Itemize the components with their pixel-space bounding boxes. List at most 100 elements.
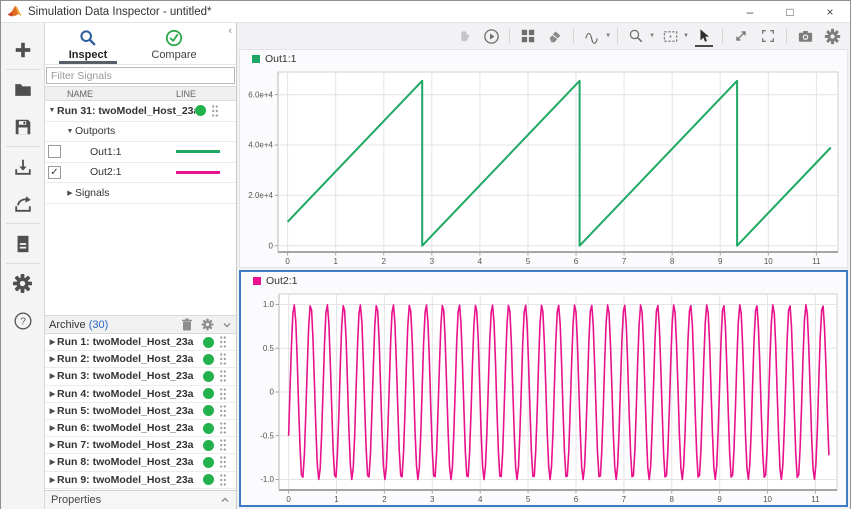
run-label: Run 31: twoModel_Host_23a[Current] <box>57 105 195 117</box>
options-menu-icon[interactable] <box>211 104 219 118</box>
options-menu-icon[interactable] <box>219 438 227 452</box>
caret-right-icon[interactable]: ▶ <box>48 458 57 466</box>
report-button[interactable] <box>1 225 45 262</box>
tree-row-outports[interactable]: ▼Outports <box>45 122 236 143</box>
tree-column-headers: NAME LINE <box>45 86 236 101</box>
layout-grid-icon[interactable] <box>516 25 540 47</box>
options-menu-icon[interactable] <box>219 387 227 401</box>
open-button[interactable] <box>1 71 45 108</box>
add-button[interactable] <box>1 31 45 68</box>
archive-run-row[interactable]: ▶Run 8: twoModel_Host_23a <box>45 454 236 471</box>
import-button[interactable] <box>1 148 45 185</box>
chevron-down-icon[interactable] <box>222 320 232 330</box>
filter-signals-input[interactable] <box>46 67 235 84</box>
caret-right-icon[interactable]: ▶ <box>65 189 75 197</box>
options-menu-icon[interactable] <box>219 473 227 487</box>
options-menu-icon[interactable] <box>219 421 227 435</box>
fullscreen-icon[interactable] <box>756 25 780 47</box>
svg-text:0: 0 <box>269 241 274 250</box>
svg-text:6: 6 <box>574 495 579 504</box>
caret-right-icon[interactable]: ▶ <box>48 424 57 432</box>
options-menu-icon[interactable] <box>219 369 227 383</box>
archive-run-label: Run 8: twoModel_Host_23a <box>57 456 203 468</box>
chart-svg: 01234567891011-1.0-0.500.51.0 <box>241 289 846 505</box>
snapshot-camera-icon[interactable] <box>793 25 817 47</box>
fit-to-data-icon[interactable] <box>658 25 682 47</box>
legend-label: Out1:1 <box>265 53 297 65</box>
archive-run-row[interactable]: ▶Run 1: twoModel_Host_23a <box>45 334 236 351</box>
svg-text:6.0e+4: 6.0e+4 <box>248 90 273 99</box>
eraser-icon[interactable] <box>543 25 567 47</box>
status-dot-icon <box>203 354 214 365</box>
dropdown-caret-icon[interactable]: ▼ <box>649 33 655 39</box>
archive-run-row[interactable]: ▶Run 4: twoModel_Host_23a <box>45 386 236 403</box>
archive-run-label: Run 9: twoModel_Host_23a <box>57 474 203 486</box>
caret-right-icon[interactable]: ▶ <box>48 338 57 346</box>
options-menu-icon[interactable] <box>219 455 227 469</box>
maximize-button[interactable]: □ <box>770 1 810 22</box>
legend-out2: Out2:1 <box>241 272 846 289</box>
archive-header[interactable]: Archive (30) <box>45 315 236 334</box>
dropdown-caret-icon[interactable]: ▼ <box>605 33 611 39</box>
tab-compare[interactable]: Compare <box>131 23 217 64</box>
svg-text:5: 5 <box>526 495 531 504</box>
tree-row-out2-1[interactable]: ✓Out2:1 <box>45 163 236 184</box>
signal-checkbox[interactable]: ✓ <box>48 166 61 179</box>
caret-right-icon[interactable]: ▶ <box>48 441 57 449</box>
collapse-panel-icon[interactable]: ‹ <box>228 25 232 37</box>
toolbar-separator <box>6 146 40 147</box>
caret-right-icon[interactable]: ▶ <box>48 390 57 398</box>
chart-svg: 0123456789101102.0e+44.0e+46.0e+4 <box>240 67 847 267</box>
signal-checkbox[interactable] <box>48 145 61 158</box>
subplot-out2-selected[interactable]: Out2:1 01234567891011-1.0-0.500.51.0 <box>239 270 848 507</box>
archive-run-row[interactable]: ▶Run 3: twoModel_Host_23a <box>45 368 236 385</box>
archive-run-row[interactable]: ▶Run 9: twoModel_Host_23a <box>45 472 236 489</box>
minimize-button[interactable]: – <box>730 1 770 22</box>
save-button[interactable] <box>1 108 45 145</box>
archive-run-row[interactable]: ▶Run 7: twoModel_Host_23a <box>45 437 236 454</box>
preferences-button[interactable] <box>1 265 45 302</box>
archive-run-row[interactable]: ▶Run 5: twoModel_Host_23a <box>45 403 236 420</box>
plot-canvas-out1[interactable]: 0123456789101102.0e+44.0e+46.0e+4 <box>240 67 847 267</box>
svg-text:-0.5: -0.5 <box>260 431 274 440</box>
toolbar-separator <box>509 28 510 44</box>
caret-down-icon[interactable]: ▼ <box>47 107 57 114</box>
pan-hand-icon[interactable] <box>452 25 476 47</box>
svg-text:2: 2 <box>382 257 387 266</box>
pointer-cursor-icon[interactable] <box>692 25 716 47</box>
export-button[interactable] <box>1 185 45 222</box>
plot-toolbar: ▼ ▼ ▼ <box>237 23 850 49</box>
archive-gear-icon[interactable] <box>201 318 214 331</box>
signal-wave-icon[interactable] <box>580 25 604 47</box>
tree-row-out1-1[interactable]: Out1:1 <box>45 142 236 163</box>
plot-canvas-out2[interactable]: 01234567891011-1.0-0.500.51.0 <box>241 289 846 505</box>
settings-gear-icon[interactable] <box>820 25 844 47</box>
tab-inspect[interactable]: Inspect <box>45 23 131 64</box>
close-button[interactable]: × <box>810 1 850 22</box>
options-menu-icon[interactable] <box>219 352 227 366</box>
caret-right-icon[interactable]: ▶ <box>48 407 57 415</box>
tree-row-signals[interactable]: ▶Signals <box>45 183 236 204</box>
caret-right-icon[interactable]: ▶ <box>48 355 57 363</box>
svg-text:-1.0: -1.0 <box>260 475 274 484</box>
tab-inspect-label: Inspect <box>69 49 108 61</box>
archive-run-row[interactable]: ▶Run 6: twoModel_Host_23a <box>45 420 236 437</box>
export-icon <box>13 194 33 214</box>
trash-icon[interactable] <box>181 318 193 331</box>
plot-region: ▼ ▼ ▼ <box>237 23 850 509</box>
caret-right-icon[interactable]: ▶ <box>48 476 57 484</box>
dropdown-caret-icon[interactable]: ▼ <box>683 33 689 39</box>
options-menu-icon[interactable] <box>219 335 227 349</box>
subplot-out1[interactable]: Out1:1 0123456789101102.0e+44.0e+46.0e+4 <box>239 49 848 268</box>
zoom-icon[interactable] <box>624 25 648 47</box>
tree-row-run-31-twomodel-host-23a-current-[interactable]: ▼Run 31: twoModel_Host_23a[Current] <box>45 101 236 122</box>
svg-text:3: 3 <box>430 495 435 504</box>
caret-right-icon[interactable]: ▶ <box>48 372 57 380</box>
options-menu-icon[interactable] <box>219 404 227 418</box>
replay-icon[interactable] <box>479 25 503 47</box>
properties-bar[interactable]: Properties <box>45 490 236 509</box>
help-button[interactable]: ? <box>1 302 45 339</box>
caret-down-icon[interactable]: ▼ <box>65 128 75 135</box>
expand-diagonal-icon[interactable] <box>729 25 753 47</box>
archive-run-row[interactable]: ▶Run 2: twoModel_Host_23a <box>45 351 236 368</box>
